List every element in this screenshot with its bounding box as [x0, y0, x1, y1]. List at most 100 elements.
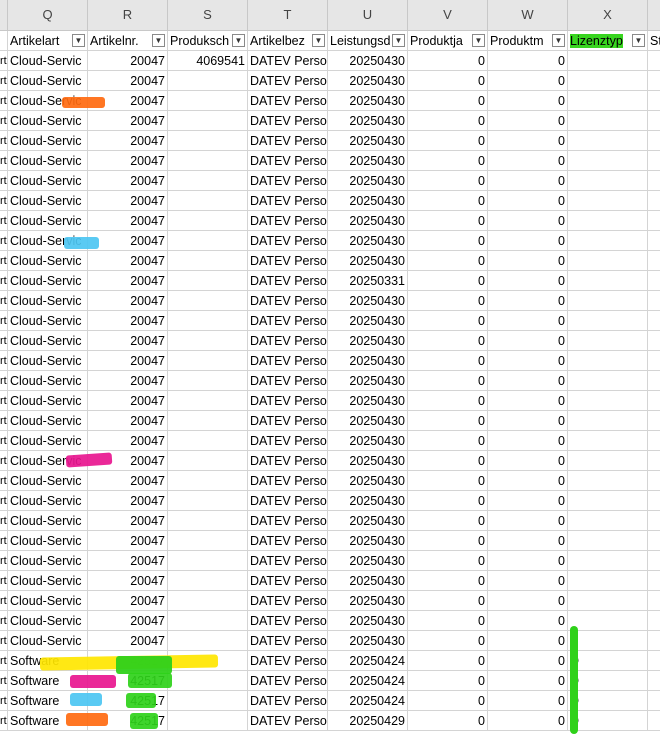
- cell-artikelart[interactable]: Cloud-Servic: [8, 291, 88, 311]
- cell-leistungsdatum[interactable]: 20250430: [328, 471, 408, 491]
- cell-p[interactable]: rt: [0, 371, 8, 391]
- cell-artikelbezeichnung[interactable]: DATEV Perso: [248, 191, 328, 211]
- cell-p[interactable]: rt: [0, 91, 8, 111]
- cell-artikelbezeichnung[interactable]: DATEV Perso: [248, 671, 328, 691]
- cell-artikelbezeichnung[interactable]: DATEV Perso: [248, 211, 328, 231]
- cell-lizenztyp[interactable]: [568, 491, 648, 511]
- column-header-q[interactable]: Q: [8, 0, 88, 30]
- cell-p[interactable]: rt: [0, 591, 8, 611]
- cell-artikelart[interactable]: Cloud-Servic: [8, 331, 88, 351]
- cell-leistungsdatum[interactable]: 20250430: [328, 611, 408, 631]
- cell-produktmonat[interactable]: 0: [488, 51, 568, 71]
- cell-leistungsdatum[interactable]: 20250430: [328, 391, 408, 411]
- cell-p[interactable]: rt: [0, 491, 8, 511]
- cell-artikelart[interactable]: Cloud-Servic: [8, 51, 88, 71]
- cell-produktjahr[interactable]: 0: [408, 91, 488, 111]
- cell-produktschluessel[interactable]: [168, 551, 248, 571]
- cell-leistungsdatum[interactable]: 20250430: [328, 411, 408, 431]
- cell-p[interactable]: rt: [0, 211, 8, 231]
- cell-artikelbezeichnung[interactable]: DATEV Perso: [248, 291, 328, 311]
- cell-st[interactable]: [648, 71, 660, 91]
- cell-produktschluessel[interactable]: [168, 71, 248, 91]
- cell-lizenztyp[interactable]: [568, 511, 648, 531]
- cell-p[interactable]: rt: [0, 71, 8, 91]
- cell-produktjahr[interactable]: 0: [408, 231, 488, 251]
- cell-produktmonat[interactable]: 0: [488, 671, 568, 691]
- cell-artikelbezeichnung[interactable]: DATEV Perso: [248, 691, 328, 711]
- cell-produktjahr[interactable]: 0: [408, 171, 488, 191]
- cell-leistungsdatum[interactable]: 20250424: [328, 651, 408, 671]
- cell-lizenztyp[interactable]: [568, 591, 648, 611]
- cell-artikelbezeichnung[interactable]: DATEV Perso: [248, 251, 328, 271]
- cell-st[interactable]: [648, 371, 660, 391]
- cell-produktjahr[interactable]: 0: [408, 271, 488, 291]
- filter-dropdown-icon[interactable]: ▼: [232, 34, 245, 47]
- cell-artikelbezeichnung[interactable]: DATEV Perso: [248, 311, 328, 331]
- cell-produktmonat[interactable]: 0: [488, 531, 568, 551]
- cell-artikelart[interactable]: Cloud-Servic: [8, 271, 88, 291]
- cell-artikelbezeichnung[interactable]: DATEV Perso: [248, 491, 328, 511]
- cell-leistungsdatum[interactable]: 20250430: [328, 231, 408, 251]
- cell-artikelart[interactable]: Cloud-Servic: [8, 351, 88, 371]
- cell-produktschluessel[interactable]: [168, 311, 248, 331]
- cell-produktjahr[interactable]: 0: [408, 191, 488, 211]
- cell-st[interactable]: [648, 131, 660, 151]
- cell-produktjahr[interactable]: 0: [408, 691, 488, 711]
- filter-active-icon[interactable]: ▼: [312, 34, 325, 47]
- cell-artikelbezeichnung[interactable]: DATEV Perso: [248, 471, 328, 491]
- cell-p[interactable]: rt: [0, 131, 8, 151]
- column-header-s[interactable]: S: [168, 0, 248, 30]
- cell-produktmonat[interactable]: 0: [488, 711, 568, 731]
- cell-artikelnr[interactable]: 20047: [88, 151, 168, 171]
- cell-leistungsdatum[interactable]: 20250430: [328, 91, 408, 111]
- cell-leistungsdatum[interactable]: 20250430: [328, 631, 408, 651]
- cell-leistungsdatum[interactable]: 20250430: [328, 311, 408, 331]
- cell-artikelnr[interactable]: 20047: [88, 291, 168, 311]
- cell-produktjahr[interactable]: 0: [408, 411, 488, 431]
- cell-produktmonat[interactable]: 0: [488, 391, 568, 411]
- cell-artikelart[interactable]: Cloud-Servic: [8, 171, 88, 191]
- cell-leistungsdatum[interactable]: 20250430: [328, 151, 408, 171]
- cell-artikelart[interactable]: Cloud-Servic: [8, 111, 88, 131]
- column-header-y[interactable]: [648, 0, 660, 30]
- cell-lizenztyp[interactable]: [568, 111, 648, 131]
- cell-p[interactable]: rt: [0, 451, 8, 471]
- cell-produktmonat[interactable]: 0: [488, 331, 568, 351]
- cell-p[interactable]: rt: [0, 311, 8, 331]
- cell-artikelbezeichnung[interactable]: DATEV Perso: [248, 451, 328, 471]
- cell-lizenztyp[interactable]: [568, 251, 648, 271]
- cell-leistungsdatum[interactable]: 20250430: [328, 131, 408, 151]
- cell-produktmonat[interactable]: 0: [488, 311, 568, 331]
- cell-p[interactable]: rt: [0, 411, 8, 431]
- cell-leistungsdatum[interactable]: 20250430: [328, 191, 408, 211]
- cell-st[interactable]: [648, 331, 660, 351]
- cell-produktjahr[interactable]: 0: [408, 651, 488, 671]
- cell-artikelnr[interactable]: 20047: [88, 271, 168, 291]
- cell-artikelnr[interactable]: 20047: [88, 491, 168, 511]
- column-header-t[interactable]: T: [248, 0, 328, 30]
- cell-artikelart[interactable]: Cloud-Servic: [8, 71, 88, 91]
- cell-artikelnr[interactable]: 20047: [88, 51, 168, 71]
- cell-produktmonat[interactable]: 0: [488, 411, 568, 431]
- cell-artikelnr[interactable]: 20047: [88, 71, 168, 91]
- filter-dropdown-icon[interactable]: ▼: [72, 34, 85, 47]
- cell-st[interactable]: [648, 151, 660, 171]
- cell-artikelnr[interactable]: 20047: [88, 331, 168, 351]
- cell-lizenztyp[interactable]: [568, 231, 648, 251]
- cell-produktjahr[interactable]: 0: [408, 531, 488, 551]
- cell-p[interactable]: rt: [0, 331, 8, 351]
- cell-produktschluessel[interactable]: [168, 491, 248, 511]
- cell-produktmonat[interactable]: 0: [488, 591, 568, 611]
- cell-lizenztyp[interactable]: [568, 451, 648, 471]
- cell-artikelart[interactable]: Cloud-Servic: [8, 571, 88, 591]
- cell-produktschluessel[interactable]: [168, 391, 248, 411]
- cell-st[interactable]: [648, 611, 660, 631]
- cell-produktjahr[interactable]: 0: [408, 391, 488, 411]
- cell-produktjahr[interactable]: 0: [408, 371, 488, 391]
- cell-p[interactable]: rt: [0, 151, 8, 171]
- cell-produktjahr[interactable]: 0: [408, 131, 488, 151]
- cell-st[interactable]: [648, 271, 660, 291]
- cell-produktmonat[interactable]: 0: [488, 351, 568, 371]
- cell-produktschluessel[interactable]: [168, 471, 248, 491]
- cell-leistungsdatum[interactable]: 20250430: [328, 371, 408, 391]
